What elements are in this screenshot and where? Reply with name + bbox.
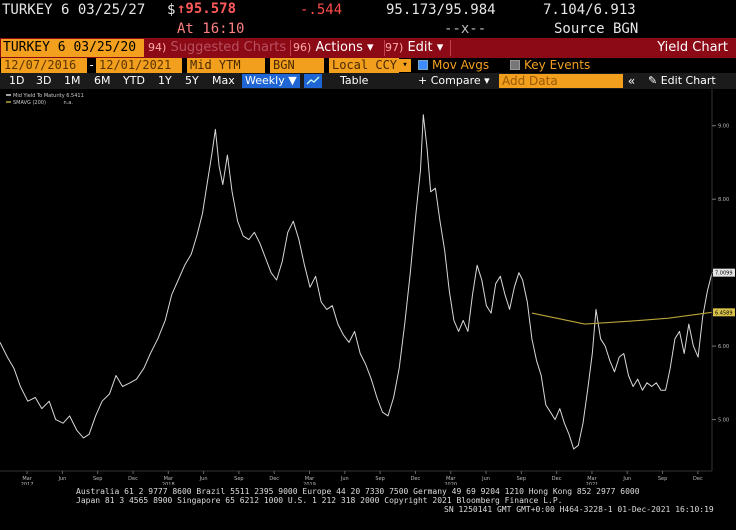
end-date-field[interactable]: 12/01/2021 — [96, 58, 182, 73]
range-1y[interactable]: 1Y — [158, 74, 172, 88]
y-tick-label: 8.00 — [718, 197, 729, 203]
date-range-dash: - — [88, 58, 96, 72]
x-tick-label: Dec — [269, 476, 279, 482]
legend-label-yield: Mid Yield To Maturity 6.5411 — [13, 93, 84, 99]
x-tick-label: Sep — [234, 476, 243, 482]
suggested-charts-label: Suggested Charts — [170, 40, 287, 55]
pricing-source: Source BGN — [554, 21, 639, 37]
x-tick-label: Dec — [693, 476, 703, 482]
edit-label: Edit ▾ — [407, 40, 444, 55]
price-currency: $ — [167, 2, 176, 18]
range-max[interactable]: Max — [212, 74, 235, 88]
range-6m[interactable]: 6M — [94, 74, 111, 88]
line-chart-icon[interactable] — [304, 74, 322, 88]
start-date-field[interactable]: 12/07/2016 — [1, 58, 87, 73]
security-name[interactable]: TURKEY 6 03/25/27 — [2, 2, 145, 18]
x-tick-label: Sep — [658, 476, 667, 482]
yield-chart[interactable]: Mid Yield To Maturity 6.5411 SMAVG (200)… — [0, 89, 736, 485]
x-tick-label: Jun — [199, 476, 208, 482]
footer-phones: Australia 61 2 9777 8600 Brazil 5511 239… — [76, 487, 640, 496]
x-tick-label: Sep — [375, 476, 384, 482]
last-ma-tag: 6.4589 — [715, 310, 733, 316]
copyright-footer: Australia 61 2 9777 8600 Brazil 5511 239… — [0, 485, 736, 530]
toolbar-divider — [290, 40, 291, 56]
range-1m[interactable]: 1M — [64, 74, 81, 88]
add-data-input[interactable]: Add Data — [499, 74, 623, 88]
function-name: Yield Chart — [657, 40, 728, 55]
suggested-charts-num: 94) — [148, 41, 167, 54]
frequency-selector[interactable]: Weekly ▼ — [242, 74, 300, 88]
series-line-yield — [0, 114, 713, 450]
legend-label-smavg: SMAVG (200) n.a. — [13, 100, 73, 106]
x-tick-label: Sep — [93, 476, 102, 482]
currency-selector[interactable]: Local CCY — [329, 58, 399, 73]
settings-bar: 12/07/2016 - 12/01/2021 Mid YTM BGN Loca… — [0, 58, 736, 73]
x-tick-label: Jun — [57, 476, 66, 482]
mov-avgs-checkbox[interactable] — [418, 60, 428, 70]
security-title-field[interactable]: TURKEY 6 03/25/20 — [1, 39, 144, 57]
y-tick-label: 9.00 — [718, 124, 729, 130]
y-tick-label: 5.00 — [718, 418, 729, 424]
collapse-chevron-icon[interactable]: « — [628, 73, 635, 89]
actions-menu-button[interactable]: 96) Actions ▾ — [293, 39, 383, 57]
series-line-smavg — [531, 311, 713, 325]
chart-canvas[interactable]: Mid Yield To Maturity 6.5411 SMAVG (200)… — [0, 89, 736, 485]
x-tick-label: Sep — [517, 476, 526, 482]
key-events-label[interactable]: Key Events — [524, 58, 590, 73]
edit-chart-button[interactable]: ✎ Edit Chart — [648, 74, 716, 88]
x-tick-label: Jun — [340, 476, 349, 482]
last-yield-tag: 7.0099 — [715, 271, 733, 277]
quote-size: --x-- — [444, 21, 487, 37]
key-events-checkbox[interactable] — [510, 60, 520, 70]
edit-num: 97) — [385, 41, 404, 54]
range-ytd[interactable]: YTD — [123, 74, 145, 88]
toolbar-divider — [450, 40, 451, 56]
edit-menu-button[interactable]: 97) Edit ▾ — [385, 39, 447, 57]
range-3d[interactable]: 3D — [36, 74, 51, 88]
table-button[interactable]: Table — [330, 74, 402, 88]
range-bar: 1D 3D 1M 6M YTD 1Y 5Y Max Weekly ▼ Table… — [0, 73, 736, 89]
bid-ask-yield: 7.104/6.913 — [543, 2, 636, 18]
x-tick-label: Jun — [622, 476, 631, 482]
actions-label: Actions ▾ — [315, 40, 374, 55]
mov-avgs-label[interactable]: Mov Avgs — [432, 58, 489, 73]
x-tick-label: Dec — [128, 476, 138, 482]
footer-phones-2: Japan 81 3 4565 8900 Singapore 65 6212 1… — [76, 496, 563, 505]
quote-time: At 16:10 — [177, 21, 245, 37]
range-1d[interactable]: 1D — [9, 74, 24, 88]
price-change: -.544 — [300, 2, 343, 18]
function-toolbar: TURKEY 6 03/25/20 94) Suggested Charts 9… — [0, 38, 736, 58]
suggested-charts-button[interactable]: 94) Suggested Charts — [148, 39, 286, 57]
quote-strip: TURKEY 6 03/25/27 $ ↑95.578 -.544 95.173… — [0, 0, 736, 38]
compare-button[interactable]: + Compare ▾ — [418, 74, 490, 88]
x-tick-label: Jun — [481, 476, 490, 482]
last-price: ↑95.578 — [177, 1, 237, 17]
y-tick-label: 6.00 — [718, 344, 729, 350]
actions-num: 96) — [293, 41, 312, 54]
currency-dropdown-icon[interactable]: ▾ — [399, 59, 411, 72]
x-tick-label: Dec — [411, 476, 421, 482]
source-field[interactable]: BGN — [270, 58, 324, 73]
range-5y[interactable]: 5Y — [185, 74, 199, 88]
footer-session: SN 1250141 GMT GMT+0:00 H464-3228-1 01-D… — [444, 505, 714, 514]
bid-ask: 95.173/95.984 — [386, 2, 496, 18]
field-selector[interactable]: Mid YTM — [187, 58, 265, 73]
x-tick-label: Dec — [552, 476, 562, 482]
